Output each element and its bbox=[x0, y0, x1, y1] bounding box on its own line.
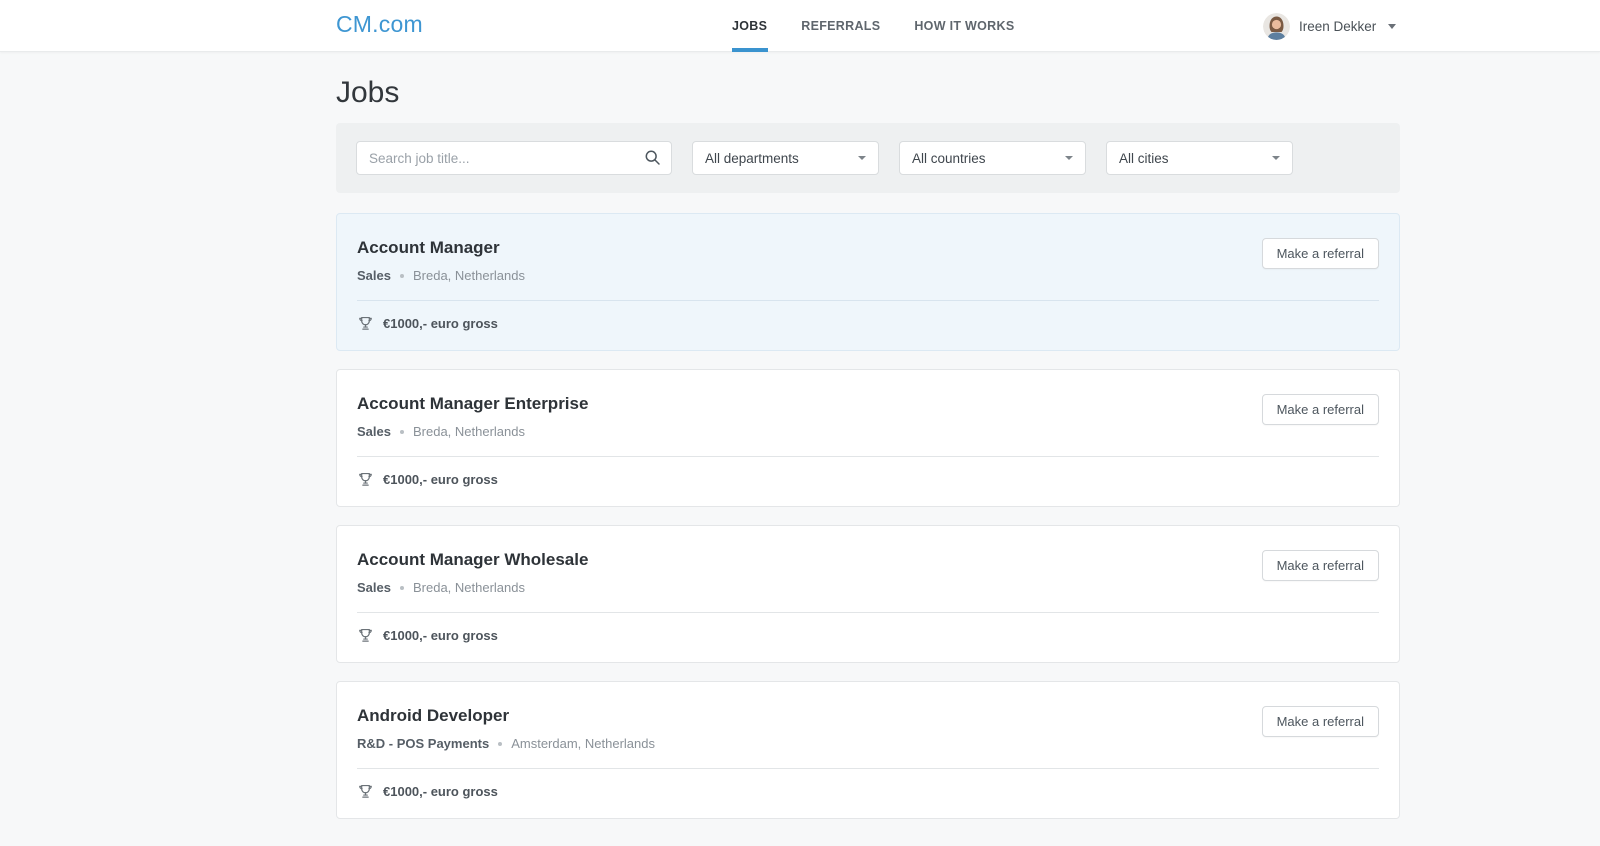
cities-dropdown[interactable]: All cities bbox=[1106, 141, 1293, 175]
trophy-icon bbox=[357, 783, 374, 800]
trophy-icon bbox=[357, 627, 374, 644]
chevron-down-icon bbox=[1065, 156, 1073, 160]
job-department: Sales bbox=[357, 424, 391, 439]
cm-logo[interactable]: CM.com bbox=[336, 11, 423, 38]
dot-separator bbox=[400, 274, 404, 278]
user-avatar bbox=[1263, 13, 1290, 40]
main-content: Jobs All departments All countries All c… bbox=[336, 76, 1400, 819]
dot-separator bbox=[400, 586, 404, 590]
nav-tab-referrals-label: REFERRALS bbox=[801, 19, 880, 33]
job-location: Breda, Netherlands bbox=[413, 424, 525, 439]
main-nav: JOBS REFERRALS HOW IT WORKS bbox=[730, 0, 1016, 52]
job-department: Sales bbox=[357, 268, 391, 283]
search-input[interactable] bbox=[356, 141, 672, 175]
top-header: CM.com JOBS REFERRALS HOW IT WORKS Ireen… bbox=[0, 0, 1600, 52]
countries-dropdown[interactable]: All countries bbox=[899, 141, 1086, 175]
job-meta: Sales Breda, Netherlands bbox=[357, 268, 1379, 283]
job-reward-text: €1000,- euro gross bbox=[383, 472, 498, 487]
job-meta: Sales Breda, Netherlands bbox=[357, 424, 1379, 439]
job-title: Account Manager bbox=[357, 238, 1379, 258]
departments-dropdown[interactable]: All departments bbox=[692, 141, 879, 175]
user-name: Ireen Dekker bbox=[1299, 19, 1376, 34]
job-reward: €1000,- euro gross bbox=[357, 457, 1379, 502]
countries-dropdown-value: All countries bbox=[912, 151, 986, 166]
job-card-account-manager-enterprise[interactable]: Account Manager Enterprise Sales Breda, … bbox=[336, 369, 1400, 507]
cities-dropdown-value: All cities bbox=[1119, 151, 1169, 166]
job-reward-text: €1000,- euro gross bbox=[383, 628, 498, 643]
job-department: Sales bbox=[357, 580, 391, 595]
job-reward: €1000,- euro gross bbox=[357, 613, 1379, 658]
dot-separator bbox=[400, 430, 404, 434]
trophy-icon bbox=[357, 471, 374, 488]
nav-tab-referrals[interactable]: REFERRALS bbox=[799, 0, 882, 52]
job-location: Breda, Netherlands bbox=[413, 268, 525, 283]
nav-tab-jobs[interactable]: JOBS bbox=[730, 0, 769, 52]
job-meta: R&D - POS Payments Amsterdam, Netherland… bbox=[357, 736, 1379, 751]
make-referral-button[interactable]: Make a referral bbox=[1262, 238, 1379, 269]
make-referral-button[interactable]: Make a referral bbox=[1262, 706, 1379, 737]
job-department: R&D - POS Payments bbox=[357, 736, 489, 751]
job-meta: Sales Breda, Netherlands bbox=[357, 580, 1379, 595]
job-card-account-manager[interactable]: Account Manager Sales Breda, Netherlands… bbox=[336, 213, 1400, 351]
user-menu[interactable]: Ireen Dekker bbox=[1263, 0, 1396, 52]
job-reward-text: €1000,- euro gross bbox=[383, 784, 498, 799]
search-field-wrap bbox=[356, 141, 672, 175]
dot-separator bbox=[498, 742, 502, 746]
nav-tab-how-it-works-label: HOW IT WORKS bbox=[914, 19, 1014, 33]
job-location: Breda, Netherlands bbox=[413, 580, 525, 595]
job-card-account-manager-wholesale[interactable]: Account Manager Wholesale Sales Breda, N… bbox=[336, 525, 1400, 663]
chevron-down-icon bbox=[1388, 24, 1396, 29]
job-title: Account Manager Enterprise bbox=[357, 394, 1379, 414]
job-location: Amsterdam, Netherlands bbox=[511, 736, 655, 751]
job-title: Android Developer bbox=[357, 706, 1379, 726]
chevron-down-icon bbox=[1272, 156, 1280, 160]
job-list: Account Manager Sales Breda, Netherlands… bbox=[336, 213, 1400, 819]
departments-dropdown-value: All departments bbox=[705, 151, 799, 166]
make-referral-button[interactable]: Make a referral bbox=[1262, 550, 1379, 581]
job-reward: €1000,- euro gross bbox=[357, 769, 1379, 814]
job-card-android-developer[interactable]: Android Developer R&D - POS Payments Ams… bbox=[336, 681, 1400, 819]
trophy-icon bbox=[357, 315, 374, 332]
job-reward: €1000,- euro gross bbox=[357, 301, 1379, 346]
job-reward-text: €1000,- euro gross bbox=[383, 316, 498, 331]
nav-tab-jobs-label: JOBS bbox=[732, 19, 767, 33]
chevron-down-icon bbox=[858, 156, 866, 160]
job-title: Account Manager Wholesale bbox=[357, 550, 1379, 570]
page-title: Jobs bbox=[336, 76, 1400, 110]
make-referral-button[interactable]: Make a referral bbox=[1262, 394, 1379, 425]
nav-tab-how-it-works[interactable]: HOW IT WORKS bbox=[912, 0, 1016, 52]
filter-bar: All departments All countries All cities bbox=[336, 123, 1400, 193]
